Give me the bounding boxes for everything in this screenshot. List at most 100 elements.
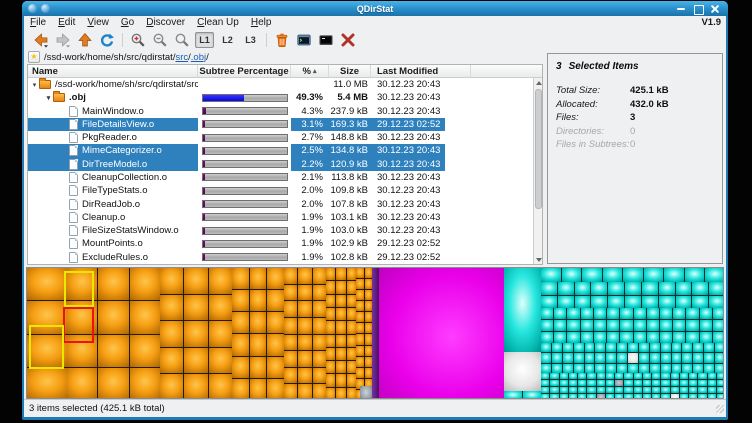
treemap-cell[interactable] <box>673 332 685 343</box>
treemap-cell[interactable] <box>347 348 356 360</box>
treemap-cell[interactable] <box>705 268 724 282</box>
treemap-cell[interactable] <box>347 335 356 347</box>
treemap-cell[interactable] <box>708 387 716 393</box>
table-row[interactable]: ▾.obj49.3%5.4 MB30.12.23 20:43 <box>28 91 533 104</box>
table-row[interactable]: MountPoints.o1.9%102.9 kB29.12.23 02:52 <box>28 237 533 250</box>
treemap-cell[interactable] <box>595 343 605 352</box>
treemap-cell[interactable] <box>676 282 692 295</box>
table-row[interactable]: FileTypeStats.o2.0%109.8 kB30.12.23 20:4… <box>28 184 533 197</box>
treemap-cell[interactable] <box>356 368 364 378</box>
treemap-cell[interactable] <box>267 290 284 311</box>
treemap-cell[interactable] <box>676 296 692 309</box>
treemap-cell[interactable] <box>313 335 326 351</box>
treemap-cell[interactable] <box>567 308 579 319</box>
treemap-cell[interactable] <box>250 268 267 289</box>
column-header-size[interactable]: Size <box>329 65 371 77</box>
treemap-cell[interactable] <box>709 282 724 295</box>
treemap-cell[interactable] <box>620 332 632 343</box>
treemap-cell[interactable] <box>27 368 67 399</box>
treemap-cell[interactable] <box>541 353 551 362</box>
treemap-cell[interactable] <box>209 321 232 347</box>
treemap-cell[interactable] <box>607 332 619 343</box>
treemap-cell[interactable] <box>644 268 664 282</box>
treemap-cell[interactable] <box>365 357 373 367</box>
treemap-cell[interactable] <box>160 268 183 294</box>
treemap-cell[interactable] <box>523 391 541 399</box>
treemap-cell[interactable] <box>563 343 573 352</box>
treemap-cell[interactable] <box>686 308 698 319</box>
column-header-name[interactable]: Name <box>28 65 198 77</box>
treemap-cell[interactable] <box>634 387 642 393</box>
treemap-cell[interactable] <box>160 374 183 399</box>
treemap-block[interactable] <box>504 268 541 352</box>
treemap-cell[interactable] <box>209 268 232 294</box>
treemap-cell[interactable] <box>356 323 364 333</box>
treemap-cell[interactable] <box>652 387 660 393</box>
treemap-cell[interactable] <box>336 374 345 386</box>
scrollbar-thumb[interactable] <box>535 89 542 209</box>
table-row[interactable]: MainWindow.o4.3%237.9 kB30.12.23 20:43 <box>28 105 533 118</box>
treemap-cell[interactable] <box>356 357 364 367</box>
close-icon[interactable] <box>710 4 720 14</box>
treemap-cell[interactable] <box>606 343 616 352</box>
terminal-icon[interactable] <box>294 31 314 49</box>
bookmark-star-icon[interactable]: ★ <box>28 51 40 63</box>
level-button-l3[interactable]: L3 <box>241 32 260 48</box>
resize-grip[interactable] <box>716 405 724 413</box>
treemap-cell[interactable] <box>554 332 566 343</box>
treemap-cell[interactable] <box>708 373 716 379</box>
treemap-cell[interactable] <box>541 332 553 343</box>
treemap-cell[interactable] <box>298 318 311 334</box>
treemap-cell[interactable] <box>617 343 627 352</box>
treemap-cell[interactable] <box>643 373 651 379</box>
treemap-cell[interactable] <box>585 343 595 352</box>
zoom-out-icon[interactable] <box>150 31 170 49</box>
treemap-cell[interactable] <box>569 387 577 393</box>
minimize-icon[interactable] <box>676 4 686 14</box>
treemap-cell[interactable] <box>98 335 128 367</box>
treemap-cell[interactable] <box>607 320 619 331</box>
menu-item-go[interactable]: Go <box>115 17 140 28</box>
treemap-cell[interactable] <box>693 364 703 373</box>
treemap-cell[interactable] <box>569 380 577 386</box>
treemap-cell[interactable] <box>130 268 160 300</box>
table-row[interactable]: FileDetailsView.o3.1%169.3 kB29.12.23 02… <box>28 118 533 131</box>
treemap-cell[interactable] <box>603 268 623 282</box>
treemap-cell[interactable] <box>356 279 364 289</box>
treemap-cell[interactable] <box>554 320 566 331</box>
treemap-cell[interactable] <box>585 353 595 362</box>
treemap-cell[interactable] <box>671 387 679 393</box>
treemap-cell[interactable] <box>541 380 549 386</box>
treemap-cell[interactable] <box>698 373 706 379</box>
treemap-cell[interactable] <box>704 343 714 352</box>
treemap-cell[interactable] <box>356 334 364 344</box>
treemap-cell[interactable] <box>284 384 297 399</box>
treemap-cell[interactable] <box>336 388 345 399</box>
treemap-cell[interactable] <box>704 353 714 362</box>
treemap-cell[interactable] <box>704 364 714 373</box>
treemap-cell[interactable] <box>541 387 549 393</box>
treemap-cell[interactable] <box>326 374 335 386</box>
treemap-cell[interactable] <box>365 279 373 289</box>
treemap-cell[interactable] <box>698 387 706 393</box>
treemap-cell[interactable] <box>661 353 671 362</box>
treemap-cell[interactable] <box>232 290 249 311</box>
treemap-cell[interactable] <box>313 301 326 317</box>
treemap-cell[interactable] <box>634 332 646 343</box>
treemap-cell[interactable] <box>184 295 207 321</box>
treemap-cell[interactable] <box>541 308 553 319</box>
treemap-cell[interactable] <box>552 353 562 362</box>
treemap-cell[interactable] <box>336 268 345 280</box>
treemap-cell[interactable] <box>552 343 562 352</box>
treemap-cell[interactable] <box>250 312 267 333</box>
treemap-cell[interactable] <box>689 373 697 379</box>
treemap-cell[interactable] <box>713 308 724 319</box>
treemap-cell[interactable] <box>313 368 326 384</box>
breadcrumb-link[interactable]: src <box>175 52 188 63</box>
treemap-cell[interactable] <box>639 353 649 362</box>
treemap-cell[interactable] <box>642 282 658 295</box>
treemap-cell[interactable] <box>558 296 574 309</box>
treemap-cell[interactable] <box>541 282 557 295</box>
treemap-cell[interactable] <box>232 312 249 333</box>
treemap-cell[interactable] <box>661 373 669 379</box>
